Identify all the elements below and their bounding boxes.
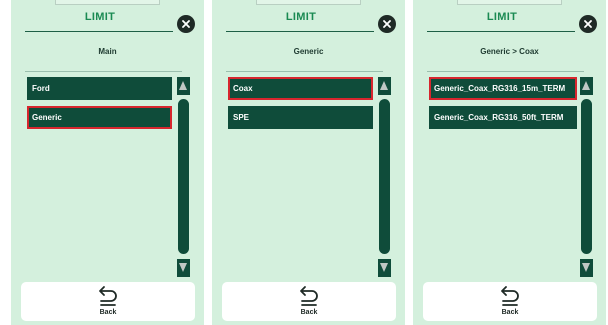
list-item-ford[interactable]: Ford (27, 77, 172, 100)
back-label: Back (501, 309, 519, 316)
scrollbar-track[interactable] (178, 99, 189, 254)
screen-title: LIMIT (285, 11, 317, 23)
divider (427, 71, 584, 72)
list-item-spe[interactable]: SPE (228, 106, 373, 129)
breadcrumb: Generic (293, 47, 324, 56)
list-item-rg316-15m[interactable]: Generic_Coax_RG316_15m_TERM (429, 77, 577, 100)
limit-screen-generic: LIMIT Generic Coax SPE Back (212, 0, 405, 325)
close-icon (182, 20, 190, 28)
list-item-rg316-50ft[interactable]: Generic_Coax_RG316_50ft_TERM (429, 106, 577, 129)
screen-title: LIMIT (84, 11, 116, 23)
top-tab-strip (256, 0, 361, 5)
scroll-down-button[interactable] (580, 259, 593, 277)
divider (226, 71, 383, 72)
close-button[interactable] (579, 15, 597, 33)
scroll-up-button[interactable] (580, 77, 593, 95)
top-tab-strip (457, 0, 562, 5)
close-icon (584, 20, 592, 28)
back-button[interactable]: Back (423, 282, 597, 321)
back-label: Back (300, 309, 318, 316)
breadcrumb: Main (98, 47, 117, 56)
back-arrow-icon (99, 286, 117, 306)
back-button[interactable]: Back (21, 282, 195, 321)
title-divider (427, 31, 575, 32)
title-divider (226, 31, 374, 32)
top-tab-strip (55, 0, 160, 5)
back-arrow-icon (300, 286, 318, 306)
scroll-up-button[interactable] (378, 77, 391, 95)
scroll-down-button[interactable] (177, 259, 190, 277)
breadcrumb: Generic > Coax (480, 47, 539, 56)
title-divider (25, 31, 173, 32)
screen-title: LIMIT (486, 11, 518, 23)
limit-screen-main: LIMIT Main Ford Generic Back (11, 0, 204, 325)
divider (25, 71, 182, 72)
close-button[interactable] (177, 15, 195, 33)
close-button[interactable] (378, 15, 396, 33)
close-icon (383, 20, 391, 28)
scroll-down-button[interactable] (378, 259, 391, 277)
scrollbar-track[interactable] (379, 99, 390, 254)
scrollbar-track[interactable] (581, 99, 592, 254)
back-button[interactable]: Back (222, 282, 396, 321)
back-arrow-icon (501, 286, 519, 306)
list-item-generic[interactable]: Generic (27, 106, 172, 129)
scroll-up-button[interactable] (177, 77, 190, 95)
list-item-coax[interactable]: Coax (228, 77, 373, 100)
back-label: Back (99, 309, 117, 316)
limit-screen-coax: LIMIT Generic > Coax Generic_Coax_RG316_… (413, 0, 606, 325)
